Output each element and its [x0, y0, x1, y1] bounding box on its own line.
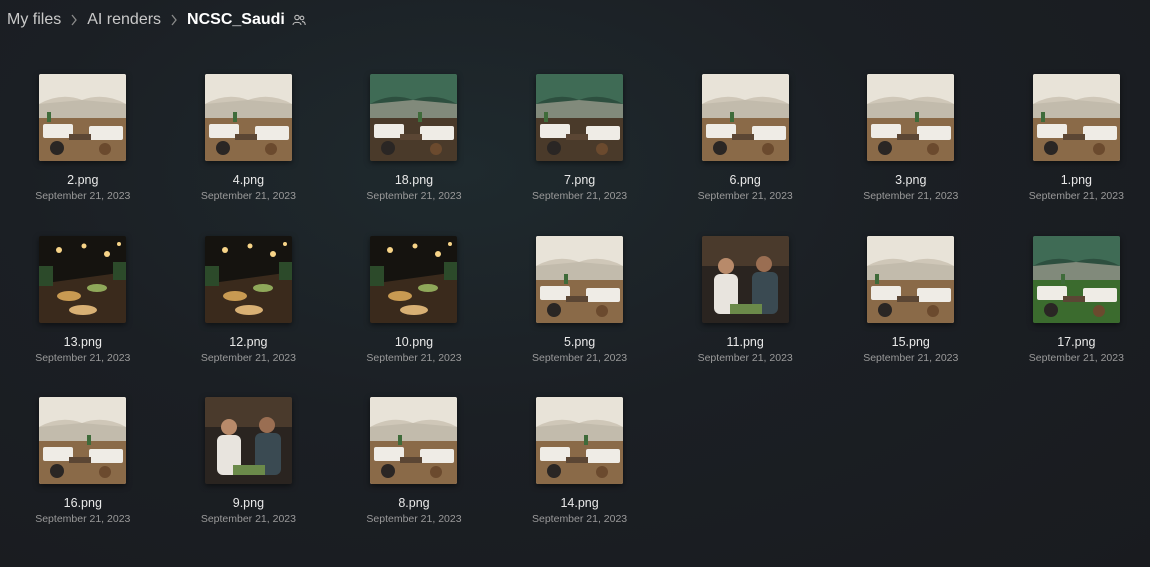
file-tile[interactable]: 5.png September 21, 2023	[497, 235, 663, 398]
file-name: 3.png	[895, 173, 927, 187]
file-date: September 21, 2023	[35, 190, 131, 202]
file-thumbnail[interactable]	[204, 397, 292, 484]
file-thumbnail[interactable]	[536, 74, 624, 161]
file-date: September 21, 2023	[366, 190, 462, 202]
file-tile[interactable]: 9.png September 21, 2023	[166, 397, 332, 559]
file-name: 6.png	[729, 173, 761, 187]
file-date: September 21, 2023	[1028, 351, 1124, 364]
file-thumbnail[interactable]	[1032, 74, 1120, 161]
file-date: September 21, 2023	[697, 190, 793, 202]
file-thumbnail[interactable]	[370, 397, 458, 484]
file-thumbnail[interactable]	[204, 235, 292, 323]
file-tile[interactable]: 16.png September 21, 2023	[0, 397, 166, 559]
file-date: September 21, 2023	[697, 351, 793, 364]
file-tile[interactable]: 1.png September 21, 2023	[994, 74, 1150, 236]
file-tile[interactable]: 8.png September 21, 2023	[331, 397, 497, 559]
file-name: 14.png	[560, 496, 599, 510]
file-thumbnail[interactable]	[370, 74, 458, 161]
file-date: September 21, 2023	[35, 351, 131, 364]
chevron-right-icon	[161, 14, 187, 26]
file-date: September 21, 2023	[200, 190, 296, 202]
file-thumbnail[interactable]	[536, 397, 624, 484]
file-date: September 21, 2023	[863, 190, 959, 202]
breadcrumb-my-files[interactable]: My files	[7, 11, 61, 29]
file-name: 4.png	[232, 173, 265, 187]
chevron-right-icon	[61, 14, 87, 26]
file-tile[interactable]: 10.png September 21, 2023	[331, 235, 497, 398]
file-tile[interactable]: 4.png September 21, 2023	[166, 74, 332, 236]
file-tile[interactable]: 12.png September 21, 2023	[166, 235, 332, 398]
file-tile[interactable]: 13.png September 21, 2023	[0, 235, 166, 398]
file-name: 8.png	[398, 496, 430, 510]
file-date: September 21, 2023	[1028, 190, 1124, 202]
file-name: 5.png	[563, 334, 596, 349]
file-tile[interactable]: 11.png September 21, 2023	[662, 235, 828, 398]
file-thumbnail[interactable]	[867, 235, 955, 323]
file-name: 10.png	[394, 334, 434, 349]
file-thumbnail[interactable]	[867, 74, 955, 161]
file-thumbnail[interactable]	[701, 74, 789, 161]
file-thumbnail[interactable]	[204, 74, 292, 161]
file-name: 11.png	[726, 334, 764, 349]
file-date: September 21, 2023	[532, 351, 628, 364]
file-thumbnail[interactable]	[39, 397, 127, 484]
file-date: September 21, 2023	[35, 513, 131, 525]
file-browser: My files AI renders NCSC_Saudi 2.png Sep…	[0, 0, 1150, 567]
file-date: September 21, 2023	[366, 513, 462, 525]
file-thumbnail[interactable]	[39, 235, 127, 323]
file-name: 9.png	[232, 496, 265, 510]
file-tile[interactable]: 6.png September 21, 2023	[662, 74, 828, 236]
file-date: September 21, 2023	[532, 190, 628, 202]
file-name: 1.png	[1060, 173, 1092, 187]
people-icon[interactable]	[292, 13, 306, 27]
file-tile[interactable]: 14.png September 21, 2023	[497, 397, 663, 559]
file-date: September 21, 2023	[200, 513, 296, 525]
breadcrumb: My files AI renders NCSC_Saudi	[7, 8, 306, 32]
file-tile[interactable]: 18.png September 21, 2023	[331, 74, 497, 236]
file-tile[interactable]: 17.png September 21, 2023	[994, 235, 1150, 398]
file-thumbnail[interactable]	[701, 235, 789, 323]
file-name: 7.png	[563, 173, 596, 187]
file-date: September 21, 2023	[532, 513, 628, 525]
file-name: 15.png	[891, 334, 930, 349]
file-thumbnail[interactable]	[1032, 235, 1120, 323]
file-date: September 21, 2023	[863, 351, 959, 364]
file-thumbnail[interactable]	[536, 235, 624, 323]
breadcrumb-current-folder: NCSC_Saudi	[187, 11, 285, 28]
file-date: September 21, 2023	[200, 351, 296, 364]
file-name: 16.png	[63, 496, 102, 510]
file-tile[interactable]: 3.png September 21, 2023	[828, 74, 994, 236]
file-thumbnail[interactable]	[39, 74, 127, 161]
file-name: 18.png	[394, 173, 434, 187]
file-date: September 21, 2023	[366, 351, 462, 364]
file-grid: 2.png September 21, 2023 4.png September 2…	[0, 74, 1150, 559]
file-name: 2.png	[67, 173, 99, 187]
file-tile[interactable]: 15.png September 21, 2023	[828, 235, 994, 398]
file-name: 12.png	[229, 334, 268, 349]
file-name: 13.png	[63, 334, 102, 349]
file-name: 17.png	[1057, 334, 1096, 349]
file-tile[interactable]: 7.png September 21, 2023	[497, 74, 663, 236]
file-tile[interactable]: 2.png September 21, 2023	[0, 74, 166, 236]
breadcrumb-ai-renders[interactable]: AI renders	[87, 11, 161, 29]
file-thumbnail[interactable]	[370, 235, 458, 323]
